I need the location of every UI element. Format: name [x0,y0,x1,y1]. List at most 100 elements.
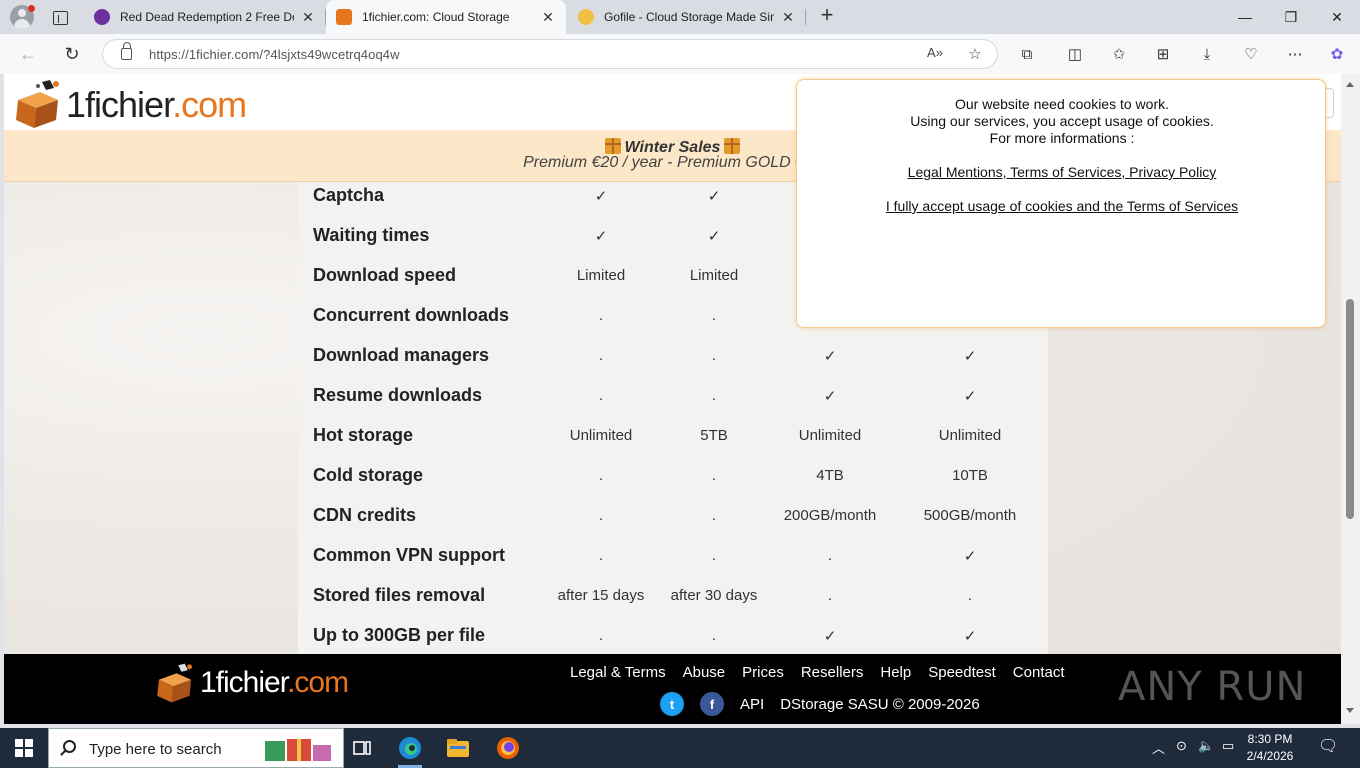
scroll-up-icon[interactable] [1346,82,1354,87]
browser-essentials-icon[interactable]: ♡ [1240,44,1262,66]
meet-now-icon[interactable]: ⊙ [1176,738,1187,754]
tab-strip: Red Dead Redemption 2 Free Dow ✕ 1fichie… [0,0,1360,34]
feature-label: Up to 300GB per file [313,625,486,645]
minimize-button[interactable]: — [1222,0,1268,34]
footer-logo-part1: 1fichier [200,666,288,699]
copilot-icon[interactable]: ✿ [1326,44,1348,66]
footer-logo-box-icon[interactable] [154,662,196,704]
page-viewport: 1fichier.com Winter Sales Premium €20 / … [4,74,1341,724]
tab-title: Gofile - Cloud Storage Made Simp [604,10,774,24]
footer-link-prices[interactable]: Prices [742,664,784,681]
cookie-message: Our website need cookies to work. Using … [797,96,1327,147]
clock-time: 8:30 PM [1247,732,1293,746]
favicon-icon [94,9,110,25]
notification-dot [28,5,35,12]
search-highlight-gifts-icon [265,739,331,761]
search-placeholder: Type here to search [89,741,222,758]
gift-icon [724,138,741,154]
feature-cell: Limited [689,267,739,284]
close-tab-icon[interactable]: ✕ [540,9,556,26]
feature-cell: . [967,587,973,604]
footer-link-contact[interactable]: Contact [1013,664,1065,681]
scroll-down-icon[interactable] [1346,708,1354,713]
feature-row: Resume downloads.. ✓ ✓ [298,376,1048,416]
feature-label: Download managers [313,345,490,365]
windows-logo-icon [15,739,33,757]
extensions-icon[interactable]: ⧉ [1016,44,1038,66]
edge-taskbar-icon[interactable] [386,728,434,768]
site-footer: 1fichier.com Legal & Terms Abuse Prices … [4,654,1341,724]
cookie-consent-dialog: Our website need cookies to work. Using … [796,79,1326,328]
cookie-line-1: Our website need cookies to work. [955,96,1169,112]
favorites-icon[interactable]: ✩ [1108,44,1130,66]
feature-cell: ✓ [823,628,837,645]
favorite-star-icon[interactable]: ☆ [965,45,985,65]
twitter-icon[interactable]: t [660,692,684,716]
cookie-accept-link[interactable]: I fully accept usage of cookies and the … [886,198,1238,214]
feature-cell: Unlimited [938,427,1002,444]
feature-cell: ✓ [963,548,977,565]
tab-1fichier[interactable]: 1fichier.com: Cloud Storage ✕ [326,0,566,34]
collections-icon[interactable]: ⊞ [1152,44,1174,66]
feature-row: Common VPN support... ✓ [298,536,1048,576]
feature-cell: 200GB/month [783,507,877,524]
refresh-icon[interactable]: ↻ [60,42,84,66]
maximize-button[interactable]: ❐ [1268,0,1314,34]
gift-icon [604,138,621,154]
close-tab-icon[interactable]: ✕ [300,9,316,26]
logo-box-icon[interactable] [12,78,64,130]
footer-copyright: DStorage SASU © 2009-2026 [780,695,980,713]
feature-cell: ✓ [707,228,721,245]
volume-icon[interactable]: 🔈 [1198,738,1214,754]
downloads-icon[interactable]: ⤓ [1196,44,1218,66]
tab-gofile[interactable]: Gofile - Cloud Storage Made Simp ✕ [568,0,806,34]
network-icon[interactable]: ▭ [1222,738,1234,754]
cookie-legal-links[interactable]: Legal Mentions, Terms of Services, Priva… [908,164,1217,180]
notifications-icon[interactable]: 🗨 [1318,736,1338,756]
footer-link-resellers[interactable]: Resellers [801,664,864,681]
tab-actions-icon[interactable] [50,7,70,27]
feature-row: Cold storage.. 4TB 10TB [298,456,1048,496]
feature-cell: ✓ [823,388,837,405]
read-aloud-icon[interactable]: A» [925,45,945,65]
logo-text-part2: .com [172,84,247,125]
site-logo[interactable]: 1fichier.com [66,84,247,126]
tray-overflow-icon[interactable]: ︿ [1152,738,1165,757]
feature-label: CDN credits [313,505,417,525]
close-window-button[interactable]: ✕ [1314,0,1360,34]
taskbar-clock[interactable]: 8:30 PM 2/4/2026 [1240,731,1300,765]
file-explorer-icon[interactable] [434,728,482,768]
new-tab-button[interactable]: + [816,4,838,27]
taskbar-search-box[interactable]: Type here to search [48,728,344,768]
feature-cell: . [711,307,717,324]
footer-logo[interactable]: 1fichier.com [200,666,349,700]
footer-link-legal[interactable]: Legal & Terms [570,664,666,681]
split-screen-icon[interactable]: ◫ [1064,44,1086,66]
tab-red-dead[interactable]: Red Dead Redemption 2 Free Dow ✕ [84,0,326,34]
footer-link-api[interactable]: API [740,696,764,713]
favicon-icon [578,9,594,25]
url-text[interactable]: https://1fichier.com/?4lsjxts49wcetrq4oq… [149,47,400,62]
task-view-icon[interactable] [338,728,386,768]
footer-link-help[interactable]: Help [880,664,911,681]
feature-label: Captcha [313,185,385,205]
more-menu-icon[interactable]: ⋯ [1284,44,1306,66]
close-tab-icon[interactable]: ✕ [780,9,796,26]
tab-title: Red Dead Redemption 2 Free Dow [120,10,294,24]
feature-label: Download speed [313,265,457,285]
scrollbar-thumb[interactable] [1346,299,1354,519]
logo-text-part1: 1fichier [66,84,173,125]
footer-link-speedtest[interactable]: Speedtest [928,664,996,681]
footer-link-abuse[interactable]: Abuse [683,664,726,681]
windows-taskbar: Type here to search ︿ ⊙ 🔈 ▭ 8:30 PM 2/4/… [0,728,1360,768]
back-icon[interactable]: ← [16,42,40,66]
firefox-icon[interactable] [484,728,532,768]
anyrun-watermark: ANY RUN [1118,664,1307,710]
address-bar[interactable]: https://1fichier.com/?4lsjxts49wcetrq4oq… [102,39,998,69]
feature-cell: ✓ [963,388,977,405]
feature-label: Stored files removal [313,585,486,605]
lock-icon[interactable] [121,42,132,60]
facebook-icon[interactable]: f [700,692,724,716]
start-button[interactable] [0,728,48,768]
page-scrollbar[interactable] [1341,74,1360,724]
